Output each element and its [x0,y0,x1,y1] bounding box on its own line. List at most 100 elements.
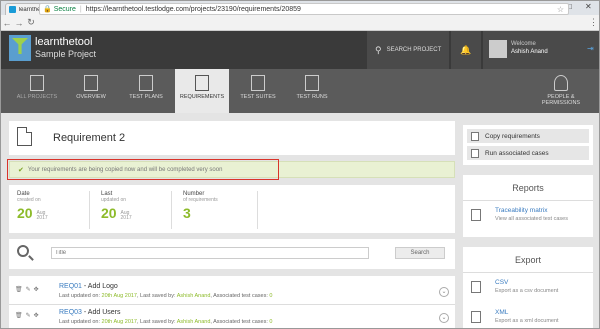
url-separator: | [79,5,82,13]
stat-created: Date created on 20 Aug 2017 [17,191,48,221]
nav-label: TEST SUITES [240,94,276,100]
trash-icon[interactable]: 🗑 [15,287,26,293]
stats-card [9,185,455,233]
search-button[interactable]: Search [395,247,445,259]
person-icon [554,75,568,91]
reports-card: Reports Traceability matrix View all ass… [463,175,593,237]
forward-icon[interactable]: → [13,18,25,28]
divider [171,191,172,229]
trash-icon[interactable]: 🗑 [15,313,26,319]
row-actions[interactable]: 🗑✎✥ [15,312,42,319]
nav-label: ALL PROJECTS [16,94,58,100]
nav-label: TEST RUNS [296,94,328,100]
edit-icon[interactable]: ✎ [26,313,34,319]
close-window-icon[interactable]: ✕ [585,2,592,11]
xml-desc: Export as a xml document [495,318,559,324]
reports-heading: Reports [463,175,593,201]
search-icon [17,245,29,257]
csv-file-icon [471,281,481,293]
copy-icon [471,131,479,141]
nav-label: REQUIREMENTS [179,94,225,100]
avatar [489,40,507,58]
list-item[interactable]: 🗑✎✥ REQ01 - Add Logo Last updated on: 20… [9,279,455,305]
browser-window: learnthetool: Sample Pro ✕ – □ ✕ ← → ↻ 🔒… [0,0,600,329]
lock-icon: 🔒 [43,6,52,13]
stat-day: 20 [17,205,33,221]
url-text: https://learnthetool.testlodge.com/proje… [85,5,301,13]
favicon-icon [9,6,16,13]
divider [89,191,90,229]
address-toolbar: ← → ↻ [1,15,599,31]
row-meta: Last updated on: 20th Aug 2017, Last sav… [59,319,273,325]
csv-export-item[interactable]: CSV Export as a csv document [463,273,593,303]
document-icon [195,75,209,91]
nav-overview[interactable]: OVERVIEW [67,69,115,113]
reload-icon[interactable]: ↻ [25,17,37,28]
logo-icon[interactable] [9,35,31,61]
nav-all-projects[interactable]: ALL PROJECTS [9,69,65,113]
copy-requirements-button[interactable]: Copy requirements [467,129,589,143]
nav-requirements[interactable]: REQUIREMENTS [175,69,229,113]
row-actions[interactable]: 🗑✎✥ [15,286,42,293]
row-title[interactable]: REQ03 - Add Users [59,309,120,316]
logout-icon[interactable]: ⇥ [587,44,594,53]
export-card: Export CSV Export as a csv document XML … [463,247,593,328]
secure-label: Secure [53,5,76,13]
xml-export-item[interactable]: XML Export as a xml document [463,303,593,328]
nav-test-suites[interactable]: TEST SUITES [231,69,285,113]
username: Ashish Anand [511,49,548,55]
nav-label: OVERVIEW [76,94,106,100]
divider [257,191,258,229]
run-icon [471,148,479,158]
search-project-label: SEARCH PROJECT [386,47,442,53]
stat-month-year: Aug 2017 [36,210,48,222]
search-project-button[interactable]: ⚲ SEARCH PROJECT [367,31,449,69]
list-icon [251,75,265,91]
checklist-icon [305,75,319,91]
move-icon[interactable]: ✥ [34,287,42,293]
xml-link[interactable]: XML [495,309,508,316]
nav-label: TEST PLANS [129,94,163,100]
copy-label: Copy requirements [485,132,540,140]
nav-people-permissions[interactable]: PEOPLE & PERMISSIONS [531,69,591,113]
document-icon [17,127,32,146]
run-associated-cases-button[interactable]: Run associated cases [467,146,589,160]
move-icon[interactable]: ✥ [34,313,42,319]
title-search-input[interactable] [51,247,369,259]
chevron-down-icon[interactable]: ⌄ [439,287,449,297]
export-heading: Export [463,247,593,273]
nav-test-runs[interactable]: TEST RUNS [287,69,337,113]
bookmark-star-icon[interactable]: ☆ [557,5,564,14]
row-title[interactable]: REQ01 - Add Logo [59,283,118,290]
folder-icon [30,75,44,91]
nav-test-plans[interactable]: TEST PLANS [119,69,173,113]
user-menu[interactable]: Welcome Ashish Anand ⇥ [483,31,599,69]
csv-desc: Export as a csv document [495,288,559,294]
run-label: Run associated cases [485,149,549,157]
project-name: Sample Project [35,49,97,59]
highlight-box [7,159,279,180]
edit-icon[interactable]: ✎ [26,287,34,293]
brand-name: learnthetool [35,36,93,48]
stat-count: Number of requirements 3 [183,191,218,221]
stat-sub: created on [17,197,41,203]
url-bar[interactable]: 🔒 Secure | https://learnthetool.testlodg… [39,3,569,15]
search-icon: ⚲ [375,44,382,55]
traceability-item[interactable]: Traceability matrix View all associated … [463,201,593,231]
back-icon[interactable]: ← [1,18,13,28]
page-title: Requirement 2 [53,132,126,144]
chevron-down-icon[interactable]: ⌄ [439,313,449,323]
stat-number: 3 [183,205,191,221]
notifications-bell-icon[interactable]: 🔔 [451,31,481,69]
xml-file-icon [471,311,481,323]
csv-link[interactable]: CSV [495,279,508,286]
welcome-text: Welcome [511,41,536,47]
browser-menu-icon[interactable]: ⋮ [589,17,598,28]
nav-label: PERMISSIONS [541,100,581,106]
list-item[interactable]: 🗑✎✥ REQ03 - Add Users Last updated on: 2… [9,305,455,328]
stat-month-year: Aug 2017 [120,210,132,222]
traceability-link[interactable]: Traceability matrix [495,207,548,214]
monitor-icon [84,75,98,91]
stat-day: 20 [101,205,117,221]
actions-card: Copy requirements Run associated cases [463,125,593,165]
